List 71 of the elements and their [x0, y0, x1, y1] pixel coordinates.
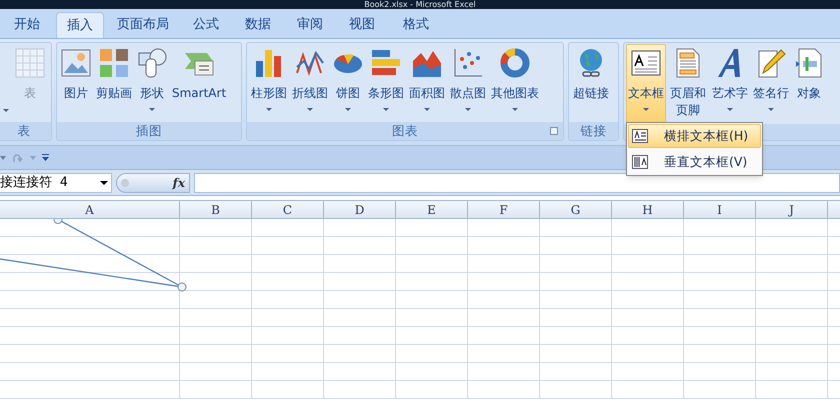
ribbon-button[interactable]: 文本框 [626, 44, 666, 124]
column-header[interactable]: D [324, 201, 396, 218]
formula-input[interactable] [194, 172, 840, 192]
ribbon-button[interactable]: 面积图 [407, 44, 447, 122]
dropdown-arrow-icon [3, 109, 9, 112]
column-header[interactable]: A [0, 201, 180, 218]
group-label: 链接 [580, 123, 606, 139]
ribbon-tab[interactable]: 开始 [2, 12, 52, 38]
column-header[interactable]: G [540, 201, 612, 218]
ribbon-button[interactable]: 艺术字 [710, 44, 750, 122]
ribbon-tab[interactable]: 视图 [338, 12, 386, 38]
insert-function-button[interactable]: fx [172, 174, 185, 192]
menu-item[interactable]: 横排文本框(H) [628, 124, 761, 148]
clip-art-icon [98, 47, 130, 79]
dropdown-arrow-icon [424, 108, 430, 111]
dropdown-arrow-icon[interactable] [100, 180, 108, 184]
ribbon-tab[interactable]: 插入 [56, 12, 104, 38]
ribbon-button[interactable]: 柱形图 [249, 44, 289, 122]
dialog-launcher-icon[interactable] [550, 127, 558, 135]
ribbon-button[interactable]: 超链接 [571, 44, 611, 122]
shapes-icon [136, 47, 168, 79]
ribbon-button[interactable]: 图片 [59, 44, 93, 122]
dropdown-arrow-icon [727, 108, 733, 111]
ribbon-button[interactable]: 折线图 [290, 44, 330, 122]
ribbon-tab[interactable]: 页面布局 [108, 12, 178, 38]
column-header[interactable]: E [396, 201, 468, 218]
column-header[interactable]: B [180, 201, 252, 218]
column-header[interactable]: I [684, 201, 756, 218]
customize-toolbar-icon[interactable] [42, 154, 49, 161]
ribbon-button[interactable]: 签名行 [751, 44, 791, 122]
ribbon-button[interactable]: 形状 [135, 44, 169, 122]
ribbon-button[interactable]: 条形图 [366, 44, 406, 122]
dropdown-arrow-icon [643, 108, 649, 111]
ribbon-button[interactable]: 剪贴画 [94, 44, 134, 122]
dropdown-arrow-icon [768, 108, 774, 111]
connector-line[interactable] [0, 219, 186, 292]
dropdown-arrow-icon [465, 108, 471, 111]
window-title: Book2.xlsx - Microsoft Excel [364, 0, 476, 9]
redo-icon[interactable] [12, 152, 24, 164]
expand-handle-icon[interactable] [121, 178, 129, 186]
dropdown-arrow-icon [266, 108, 272, 111]
ribbon-button[interactable]: 页眉和页脚 [667, 44, 709, 122]
picture-icon [60, 47, 92, 79]
ribbon-button[interactable]: 对象 [792, 44, 826, 122]
dropdown-arrow-icon [512, 108, 518, 111]
ribbon-tab[interactable]: 格式 [390, 12, 442, 38]
ribbon-button[interactable]: SmartArt [170, 44, 228, 122]
column-header[interactable]: F [468, 201, 540, 218]
dropdown-arrow-icon [149, 108, 155, 111]
menu-item[interactable]: 垂直文本框(V) [628, 150, 761, 174]
group-label: 插图 [136, 123, 162, 139]
column-header[interactable]: H [612, 201, 684, 218]
dropdown-arrow-icon [345, 108, 351, 111]
column-header[interactable]: J [756, 201, 828, 218]
vertical-text-box-icon [632, 155, 648, 169]
table-icon [14, 47, 46, 79]
horizontal-text-box-icon [632, 129, 648, 143]
ribbon-button[interactable]: 其他图表 [489, 44, 541, 122]
ribbon-button[interactable]: 饼图 [331, 44, 365, 122]
ribbon-tab[interactable]: 审阅 [286, 12, 334, 38]
ribbon-button[interactable]: 散点图 [448, 44, 488, 122]
column-header[interactable]: C [252, 201, 324, 218]
donut-chart-icon [499, 47, 531, 79]
group-label: 图表 [392, 123, 418, 139]
scatter-chart-icon [452, 47, 484, 79]
name-box[interactable]: 接连接符 4 [0, 172, 112, 192]
ribbon-tab[interactable]: 公式 [182, 12, 230, 38]
dropdown-arrow-icon [383, 108, 389, 111]
dropdown-arrow-icon [307, 108, 313, 111]
ribbon-tab[interactable]: 数据 [234, 12, 282, 38]
group-label: 表 [18, 123, 30, 139]
